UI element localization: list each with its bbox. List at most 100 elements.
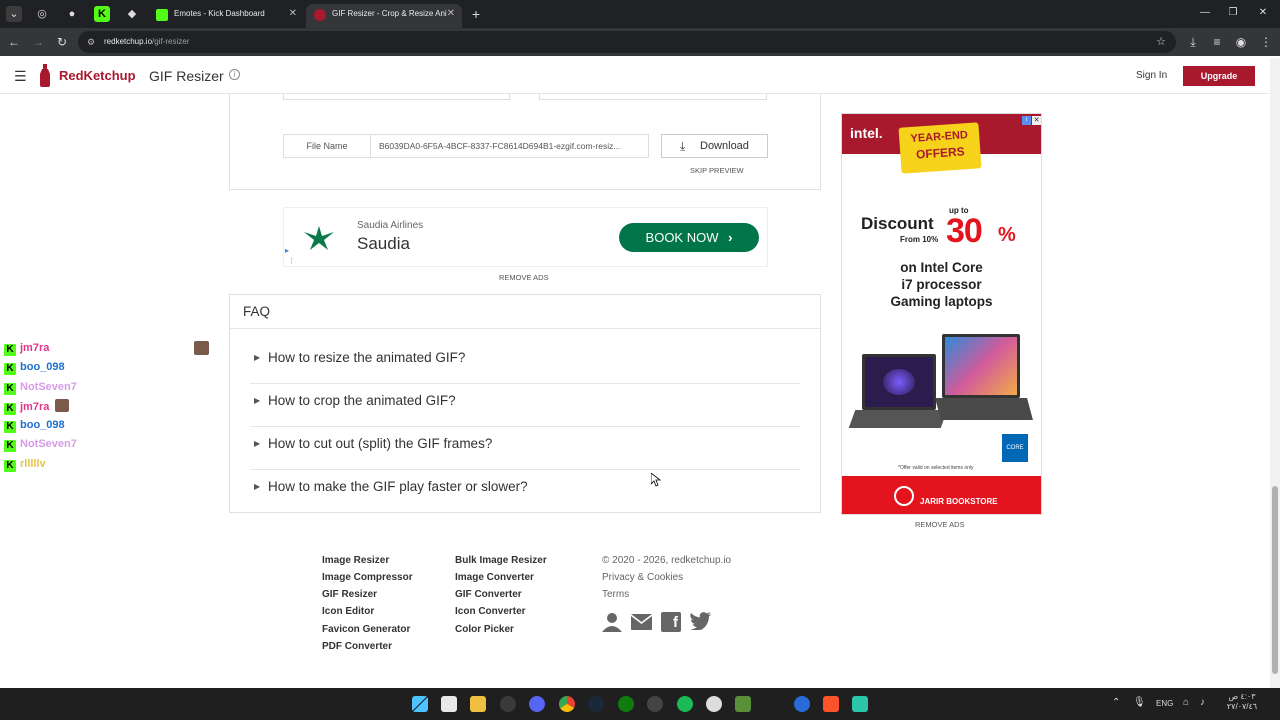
footer-link-icon-editor[interactable]: Icon Editor [322, 606, 374, 617]
reload-icon[interactable]: ↻ [54, 34, 70, 50]
volume-icon[interactable]: ♪ [1200, 697, 1205, 708]
network-icon[interactable]: ⌂ [1183, 697, 1189, 708]
menu-icon[interactable]: ⋮ [1258, 34, 1274, 50]
footer-link-image-compressor[interactable]: Image Compressor [322, 572, 413, 583]
app-icon[interactable] [706, 696, 722, 712]
result-card: File Name B6039DA0-6F5A-4BCF-8337-FC8614… [229, 94, 821, 190]
terms-link[interactable]: Terms [602, 589, 629, 600]
app-icon[interactable] [735, 696, 751, 712]
tab-search-icon[interactable]: ⌄ [6, 6, 22, 22]
footer-link-gif-resizer[interactable]: GIF Resizer [322, 589, 377, 600]
forward-icon[interactable]: → [30, 34, 46, 50]
sign-in-link[interactable]: Sign In [1136, 70, 1167, 81]
footer-link-image-resizer[interactable]: Image Resizer [322, 555, 389, 566]
chat-message: Kjm7ra [4, 341, 49, 356]
app-icon[interactable] [852, 696, 868, 712]
app-icon[interactable] [647, 696, 663, 712]
upgrade-button[interactable]: Upgrade [1183, 66, 1255, 86]
minimize-icon[interactable]: — [1198, 6, 1212, 20]
caret-right-icon: ▶ [254, 353, 261, 362]
year-end-badge: YEAR-END OFFERS [898, 122, 982, 174]
window-close-icon[interactable]: ✕ [1256, 6, 1270, 20]
back-icon[interactable]: ← [6, 34, 22, 50]
pinned-tab-icon[interactable]: ◎ [34, 6, 50, 22]
adchoices-icon[interactable]: i [1022, 116, 1031, 125]
windows-start-icon[interactable] [412, 696, 428, 712]
close-icon[interactable]: ✕ [289, 4, 297, 24]
facebook-icon[interactable]: f [661, 612, 681, 632]
tab-title: GIF Resizer - Crop & Resize Ani [332, 9, 447, 18]
faq-item-speed[interactable]: ▶ How to make the GIF play faster or slo… [250, 473, 800, 513]
faq-item-crop[interactable]: ▶ How to crop the animated GIF? [250, 387, 800, 427]
redketchup-logo[interactable] [38, 64, 52, 87]
percent-sign: % [998, 224, 1016, 246]
task-view-icon[interactable] [441, 696, 457, 712]
ad-options-icon[interactable]: ⋮ [288, 257, 295, 265]
skip-preview-link[interactable]: SKIP PREVIEW [690, 166, 744, 175]
app-icon[interactable] [794, 696, 810, 712]
hamburger-menu-icon[interactable]: ☰ [14, 68, 27, 85]
privacy-link[interactable]: Privacy & Cookies [602, 572, 683, 583]
fine-print: *Offer valid on selected items only [898, 465, 974, 471]
scrollbar-thumb[interactable] [1272, 486, 1278, 674]
tab-kick-dashboard[interactable]: Emotes - Kick Dashboard ✕ [148, 4, 304, 28]
faq-item-resize[interactable]: ▶ How to resize the animated GIF? [250, 344, 800, 384]
laptop-keyboard [848, 410, 948, 428]
side-ad[interactable]: intel. i ✕ YEAR-END OFFERS Discount up t… [841, 113, 1042, 515]
footer-link-pdf-converter[interactable]: PDF Converter [322, 641, 392, 652]
user-icon[interactable] [601, 612, 623, 632]
download-button[interactable]: ⤓ Download [661, 134, 768, 158]
footer-link-color-picker[interactable]: Color Picker [455, 624, 514, 635]
chrome-icon[interactable] [559, 696, 575, 712]
steam-icon[interactable] [588, 696, 604, 712]
remove-ads-link[interactable]: REMOVE ADS [915, 520, 965, 529]
tab-gif-resizer[interactable]: GIF Resizer - Crop & Resize Ani ✕ [306, 4, 462, 28]
chevron-up-icon[interactable]: ⌃ [1112, 697, 1120, 708]
footer-link-bulk-image-resizer[interactable]: Bulk Image Resizer [455, 555, 547, 566]
intel-logo: intel. [850, 125, 883, 141]
adchoices-icon[interactable]: ▸ [285, 246, 289, 255]
faq-heading: FAQ [230, 295, 820, 329]
book-now-button[interactable]: BOOK NOW › [619, 223, 759, 252]
info-icon[interactable]: i [229, 69, 240, 80]
remove-ads-link[interactable]: REMOVE ADS [499, 273, 549, 282]
xbox-icon[interactable] [618, 696, 634, 712]
pinned-tab-icon[interactable]: ◆ [124, 6, 140, 22]
chat-message: K NotSeven7 [4, 437, 77, 452]
brave-icon[interactable] [823, 696, 839, 712]
ad-close-icon[interactable]: ✕ [1032, 116, 1041, 125]
file-explorer-icon[interactable] [470, 696, 486, 712]
mouse-cursor-icon [650, 472, 662, 487]
bookmark-star-icon[interactable]: ☆ [1156, 31, 1166, 53]
profile-icon[interactable]: ◉ [1233, 34, 1249, 50]
address-bar[interactable]: ⚙ redketchup.io/gif-resizer ☆ [78, 31, 1176, 53]
ad-banner[interactable]: Saudia Airlines Saudia BOOK NOW › ▸ ⋮ [283, 207, 768, 267]
footer-link-icon-converter[interactable]: Icon Converter [455, 606, 526, 617]
app-icon[interactable] [500, 696, 516, 712]
downloads-icon[interactable]: ⤓ [1185, 34, 1201, 50]
reading-list-icon[interactable]: ≡ [1209, 34, 1225, 50]
twitter-icon[interactable] [690, 612, 711, 631]
file-name-field[interactable]: B6039DA0-6F5A-4BCF-8337-FC8614D694B1-ezg… [371, 134, 649, 158]
new-tab-icon[interactable]: + [468, 6, 484, 22]
site-info-icon[interactable]: ⚙ [87, 31, 95, 53]
mail-icon[interactable] [630, 614, 653, 630]
microphone-icon[interactable]: 🎙 [1133, 697, 1146, 708]
kick-icon [156, 9, 168, 21]
clock[interactable]: ٤:٠٣ ص ٢٧/٠٧/٤٦ [1222, 692, 1262, 712]
language-indicator[interactable]: ENG [1156, 699, 1173, 708]
page-scrollbar[interactable] [1270, 58, 1280, 688]
spotify-icon[interactable] [677, 696, 693, 712]
pinned-tab-icon[interactable]: ● [64, 6, 80, 22]
close-icon[interactable]: ✕ [447, 4, 455, 24]
footer-link-gif-converter[interactable]: GIF Converter [455, 589, 522, 600]
kick-icon[interactable]: K [94, 6, 110, 22]
restore-icon[interactable]: ❐ [1226, 6, 1240, 20]
kick-badge-icon: K [4, 440, 16, 452]
brand-name[interactable]: RedKetchup [59, 68, 136, 83]
tab-title: Emotes - Kick Dashboard [174, 9, 265, 18]
footer-link-image-converter[interactable]: Image Converter [455, 572, 534, 583]
footer-link-favicon-generator[interactable]: Favicon Generator [322, 624, 410, 635]
faq-item-split[interactable]: ▶ How to cut out (split) the GIF frames? [250, 430, 800, 470]
discord-icon[interactable] [529, 696, 545, 712]
